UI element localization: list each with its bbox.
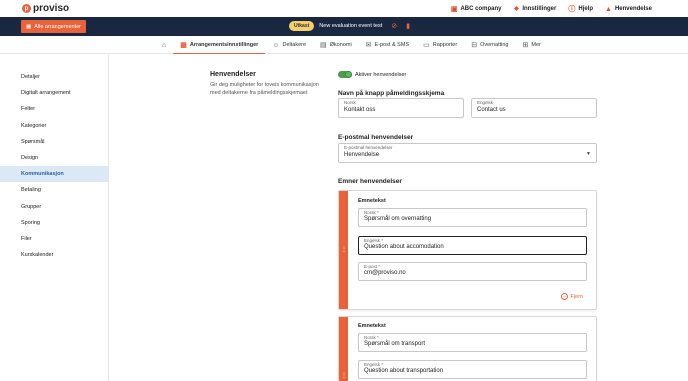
sidebar-item-fields[interactable]: Felter [0, 101, 108, 117]
drag-handle[interactable]: ⋮⋮ [339, 191, 352, 309]
email-template-select[interactable]: E-postmal henvendelser Henvendelse ▼ [338, 143, 597, 163]
subject-email-field[interactable]: E-post * cm@proviso.no [358, 262, 587, 281]
nav-event-settings[interactable]: ▦ Arrangementsinnstillinger [173, 36, 266, 54]
company-link[interactable]: ▣ ABC company [451, 4, 502, 14]
logo-text: proviso [33, 3, 70, 14]
button-name-heading: Navn på knapp påmeldingsskjema [338, 90, 445, 97]
section-description: Gir deg muligheter for toveis kommunikas… [210, 82, 319, 96]
main-nav: ⌂ ▦ Arrangementsinnstillinger ☺ Deltakere … [0, 36, 688, 54]
event-name: New evaluation event test [319, 23, 383, 29]
top-bar: p proviso ▣ ABC company ✷ Innstillinger ⓘ H… [0, 0, 688, 17]
users-icon: ☺ [272, 41, 280, 49]
sidebar-item-questions[interactable]: Spørsmål [0, 134, 108, 150]
event-bar: ▦ Alle arrangementer Utkast New evaluati… [0, 17, 688, 36]
inquiries-link[interactable]: ▲ Henvendelse [605, 4, 652, 14]
calendar-icon: ▦ [180, 41, 187, 49]
button-name-norsk-field[interactable]: Norsk Kontakt oss [338, 98, 464, 118]
sidebar-item-groups[interactable]: Grupper [0, 199, 108, 215]
report-icon: ▭ [423, 42, 430, 49]
all-events-button[interactable]: ▦ Alle arrangementer [21, 20, 86, 33]
sidebar-item-tracking[interactable]: Sporing [0, 215, 108, 231]
sidebar-item-course-calendar[interactable]: Kurskalender [0, 247, 108, 263]
nav-more[interactable]: ⊞ Mer [516, 36, 548, 54]
stats-icon[interactable]: ▮ [406, 22, 410, 30]
nav-economy[interactable]: ▤ Økonomi [313, 36, 359, 54]
help-link[interactable]: ⓘ Hjelp [568, 4, 593, 14]
status-badge: Utkast [289, 21, 315, 31]
bed-icon: ⊟ [471, 42, 478, 49]
sidebar-item-design[interactable]: Design [0, 150, 108, 166]
sidebar-item-files[interactable]: Filer [0, 231, 108, 247]
subject-norsk-field[interactable]: Norsk * Spørsmål om overnatting [358, 208, 587, 227]
subject-english-field[interactable]: Engelsk * Question about accomodation [358, 236, 587, 255]
sidebar-item-details[interactable]: Detaljer [0, 69, 108, 85]
sidebar-item-categories[interactable]: Kategorier [0, 118, 108, 134]
chevron-down-icon: ▼ [586, 151, 591, 157]
calendar-icon: ▦ [26, 23, 32, 30]
logo[interactable]: p proviso [22, 3, 69, 14]
nav-home[interactable]: ⌂ [155, 36, 173, 54]
subject-norsk-field[interactable]: Norsk * Spørsmål om transport [358, 333, 587, 352]
subject-card: ⋮⋮ Emnetekst Norsk * Spørsmål om overnat… [338, 190, 597, 310]
toggle-label: Aktiver henvendelser [355, 71, 407, 78]
drag-icon: ⋮⋮ [341, 247, 352, 253]
subject-card-title: Emnetekst [358, 323, 386, 329]
sidebar-item-payment[interactable]: Betaling [0, 182, 108, 198]
settings-link[interactable]: ✷ Innstillinger [513, 4, 556, 14]
drag-icon: ⋮⋮ [341, 373, 352, 379]
help-icon: ⓘ [568, 6, 576, 13]
bell-icon: ▲ [605, 5, 612, 13]
button-name-english-field[interactable]: Engelsk Contact us [471, 98, 597, 118]
wallet-icon: ▤ [320, 42, 327, 49]
subject-english-field[interactable]: Engelsk * Question about transportation [358, 360, 587, 379]
logo-mark: p [22, 4, 31, 13]
nav-accommodation[interactable]: ⊟ Overnatting [464, 36, 515, 54]
mail-icon: ✉ [365, 42, 372, 49]
sidebar-item-communication[interactable]: Kommunikasjon [0, 166, 108, 183]
home-icon: ⌂ [162, 41, 167, 49]
briefcase-icon: ▣ [450, 6, 458, 13]
remove-icon: − [561, 293, 569, 300]
remove-subject-button[interactable]: − Fjern [561, 293, 583, 300]
subjects-heading: Emner henvendelser [338, 178, 402, 185]
nav-participants[interactable]: ☺ Deltakere [265, 36, 313, 54]
enable-inquiries-toggle[interactable]: Aktiver henvendelser [338, 71, 406, 78]
nav-email-sms[interactable]: ✉ E-post & SMS [359, 36, 416, 54]
nav-reports[interactable]: ▭ Rapporter [416, 36, 464, 54]
subject-card-title: Emnetekst [358, 198, 386, 204]
subject-card: ⋮⋮ Emnetekst Norsk * Spørsmål om transpo… [338, 316, 597, 381]
email-template-heading: E-postmal henvendelser [338, 134, 414, 141]
settings-sidebar: Detaljer Digitalt arrangement Felter Kat… [0, 55, 109, 381]
grid-icon: ⊞ [522, 42, 529, 49]
drag-handle[interactable]: ⋮⋮ [339, 317, 352, 381]
toggle-knob [345, 71, 352, 78]
gear-icon: ✷ [513, 6, 520, 13]
toggle-switch[interactable] [338, 71, 352, 78]
link-icon[interactable]: ⊘ [391, 22, 397, 30]
sidebar-item-digital-event[interactable]: Digitalt arrangement [0, 85, 108, 101]
section-title: Henvendelser [210, 71, 256, 78]
